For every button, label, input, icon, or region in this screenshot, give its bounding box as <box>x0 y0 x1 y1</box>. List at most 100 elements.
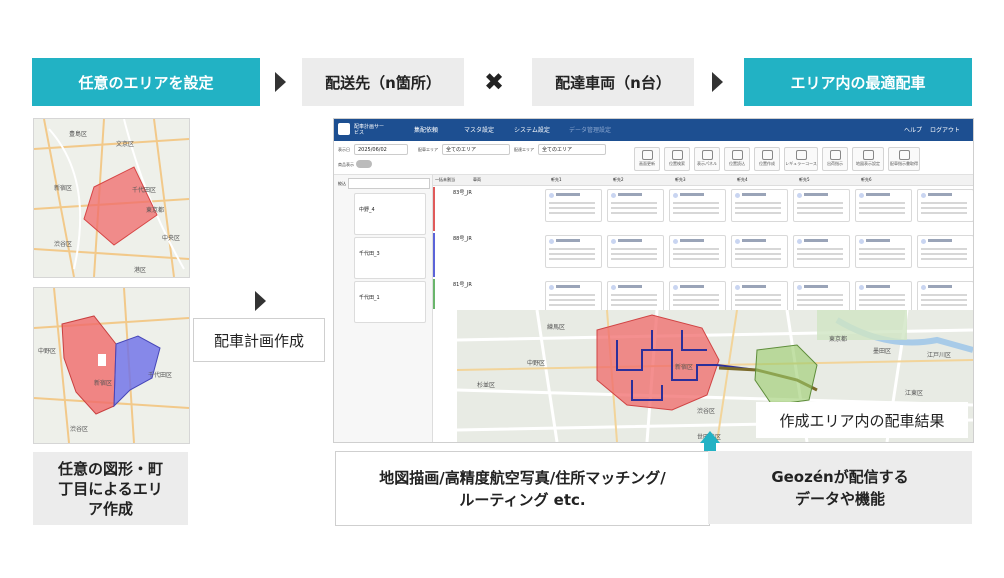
arrow-right-icon <box>712 72 723 92</box>
column-header: 軒先1 <box>551 177 562 182</box>
stop-cell[interactable] <box>731 189 788 222</box>
date-input[interactable]: 2025/06/02 <box>354 144 408 155</box>
stop-cell[interactable] <box>917 189 973 222</box>
product-toggle[interactable] <box>356 160 372 168</box>
arrow-right-icon <box>275 72 286 92</box>
app-title: 配車計画サービス <box>354 124 385 136</box>
ward-label: 港区 <box>134 267 147 274</box>
vehicle-color-bar <box>433 187 435 231</box>
regular-course-button[interactable]: レギュラーコース <box>784 147 818 171</box>
stop-cell[interactable] <box>855 235 912 268</box>
stop-cell[interactable] <box>607 235 664 268</box>
stop-cell[interactable] <box>793 189 850 222</box>
vehicle-name: 88号_JR <box>453 236 472 242</box>
menu-item[interactable]: 集配依頼 <box>414 125 438 134</box>
stop-cell[interactable] <box>917 235 973 268</box>
dispatch-grid: 一括未割当 車両 軒先1 軒先2 軒先3 軒先4 軒先5 軒先6 83号_JR … <box>433 175 973 314</box>
map-features-box: 地図描画/高精度航空写真/住所マッチング/ルーティング etc. <box>335 451 710 526</box>
ward-label: 文京区 <box>116 141 135 148</box>
sidebar-search-input[interactable] <box>348 178 430 189</box>
menu-item[interactable]: マスタ設定 <box>464 125 494 134</box>
up-arrow-icon <box>700 431 720 443</box>
stop-cell[interactable] <box>545 235 602 268</box>
flow-step-destinations: 配送先（n箇所） <box>302 58 464 106</box>
menu-item[interactable]: システム設定 <box>514 125 550 134</box>
ward-label: 中野区 <box>38 348 57 355</box>
area-label: 配車エリア <box>418 147 438 152</box>
stop-cell[interactable] <box>793 235 850 268</box>
result-label: 作成エリア内の配車結果 <box>756 402 968 438</box>
stop-cell[interactable] <box>669 189 726 222</box>
map-1-svg <box>34 119 189 277</box>
stop-cell[interactable] <box>545 189 602 222</box>
ward-label: 渋谷区 <box>70 426 89 433</box>
ward-label: 新宿区 <box>94 380 113 387</box>
panel-button[interactable]: 表示パネル <box>694 147 720 171</box>
up-arrow-stem <box>704 443 716 451</box>
arrow-right-icon <box>255 291 266 311</box>
vehicle-name: 83号_JR <box>453 190 472 196</box>
map-place-label: 練馬区 <box>547 324 566 331</box>
help-link[interactable]: ヘルプ <box>904 125 922 134</box>
flow-step-vehicles: 配達車両（n台） <box>532 58 694 106</box>
stop-cell[interactable] <box>607 189 664 222</box>
column-header: 軒先3 <box>675 177 686 182</box>
logout-link[interactable]: ログアウト <box>930 125 960 134</box>
ward-label: 渋谷区 <box>54 241 73 248</box>
column-header: 軒先4 <box>737 177 748 182</box>
column-header: 軒先6 <box>861 177 872 182</box>
vehicle-color-bar <box>433 233 435 277</box>
ward-label: 中央区 <box>162 235 181 242</box>
area-creation-caption: 任意の図形・町丁目によるエリア作成 <box>33 452 188 525</box>
column-header: 軒先5 <box>799 177 810 182</box>
stop-cell[interactable] <box>669 235 726 268</box>
map-place-label: 杉並区 <box>477 382 496 389</box>
shipping-button[interactable]: 出荷指示 <box>822 147 848 171</box>
search-label: 絞込 <box>338 181 346 186</box>
menu-item[interactable]: データ管理設定 <box>569 125 611 134</box>
location-create-button[interactable]: 位置作成 <box>754 147 780 171</box>
delivery-area-select[interactable]: 全てのエリア <box>538 144 606 155</box>
unassigned-sidebar: 絞込 中野_4 千代田_3 千代田_1 <box>334 175 433 442</box>
column-header: 一括未割当 <box>435 177 455 182</box>
grid-header <box>433 175 973 186</box>
area-map-thumbnail-2: 中野区 新宿区 千代田区 渋谷区 <box>33 287 190 444</box>
unassigned-card[interactable]: 中野_4 <box>354 193 426 235</box>
date-label: 表示日 <box>338 147 350 152</box>
map-place-label: 新宿区 <box>675 364 694 371</box>
map-place-label: 東京都 <box>829 336 848 343</box>
map-settings-button[interactable]: 地図表示設定 <box>852 147 884 171</box>
plan-creation-label: 配車計画作成 <box>193 318 325 362</box>
ward-label: 新宿区 <box>54 185 73 192</box>
dispatch-app-window: 配車計画サービス 集配依頼 マスタ設定 システム設定 データ管理設定 ヘルプ ロ… <box>333 118 974 443</box>
app-logo-icon <box>338 123 350 135</box>
vehicle-color-bar <box>433 279 435 309</box>
ward-label: 千代田区 <box>148 372 173 379</box>
map-place-label: 江戸川区 <box>927 352 952 359</box>
dispatch-sheet-button[interactable]: 配車指示書取得 <box>888 147 920 171</box>
area-select[interactable]: 全てのエリア <box>442 144 510 155</box>
ward-label: 東京都 <box>146 207 165 214</box>
area-map-thumbnail-1: 豊島区 文京区 新宿区 千代田区 東京都 渋谷区 中央区 港区 <box>33 118 190 278</box>
stop-cell[interactable] <box>855 189 912 222</box>
column-header: 車両 <box>473 177 481 182</box>
ward-label: 豊島区 <box>69 131 88 138</box>
map-place-label: 墨田区 <box>873 348 892 355</box>
location-search-button[interactable]: 位置検索 <box>664 147 690 171</box>
multiply-icon: ✖ <box>484 68 505 96</box>
map-place-label: 江東区 <box>905 390 924 397</box>
stop-cell[interactable] <box>731 235 788 268</box>
vehicle-name: 81号_JR <box>453 282 472 288</box>
map-2-svg <box>34 288 189 443</box>
map-place-label: 渋谷区 <box>697 408 716 415</box>
flow-step-optimal: エリア内の最適配車 <box>744 58 972 106</box>
unassigned-card[interactable]: 千代田_1 <box>354 281 426 323</box>
map-place-label: 中野区 <box>527 360 546 367</box>
unassigned-card[interactable]: 千代田_3 <box>354 237 426 279</box>
location-import-button[interactable]: 位置読込 <box>724 147 750 171</box>
app-toolbar: 表示日 2025/06/02 配車エリア 全てのエリア 配達エリア 全てのエリア… <box>334 141 973 175</box>
toggle-label: 商品表示 <box>338 162 354 167</box>
refresh-button[interactable]: 画面更新 <box>634 147 660 171</box>
flow-step-area: 任意のエリアを設定 <box>32 58 260 106</box>
geozen-features-box: Geozénが配信するデータや機能 <box>708 451 972 524</box>
